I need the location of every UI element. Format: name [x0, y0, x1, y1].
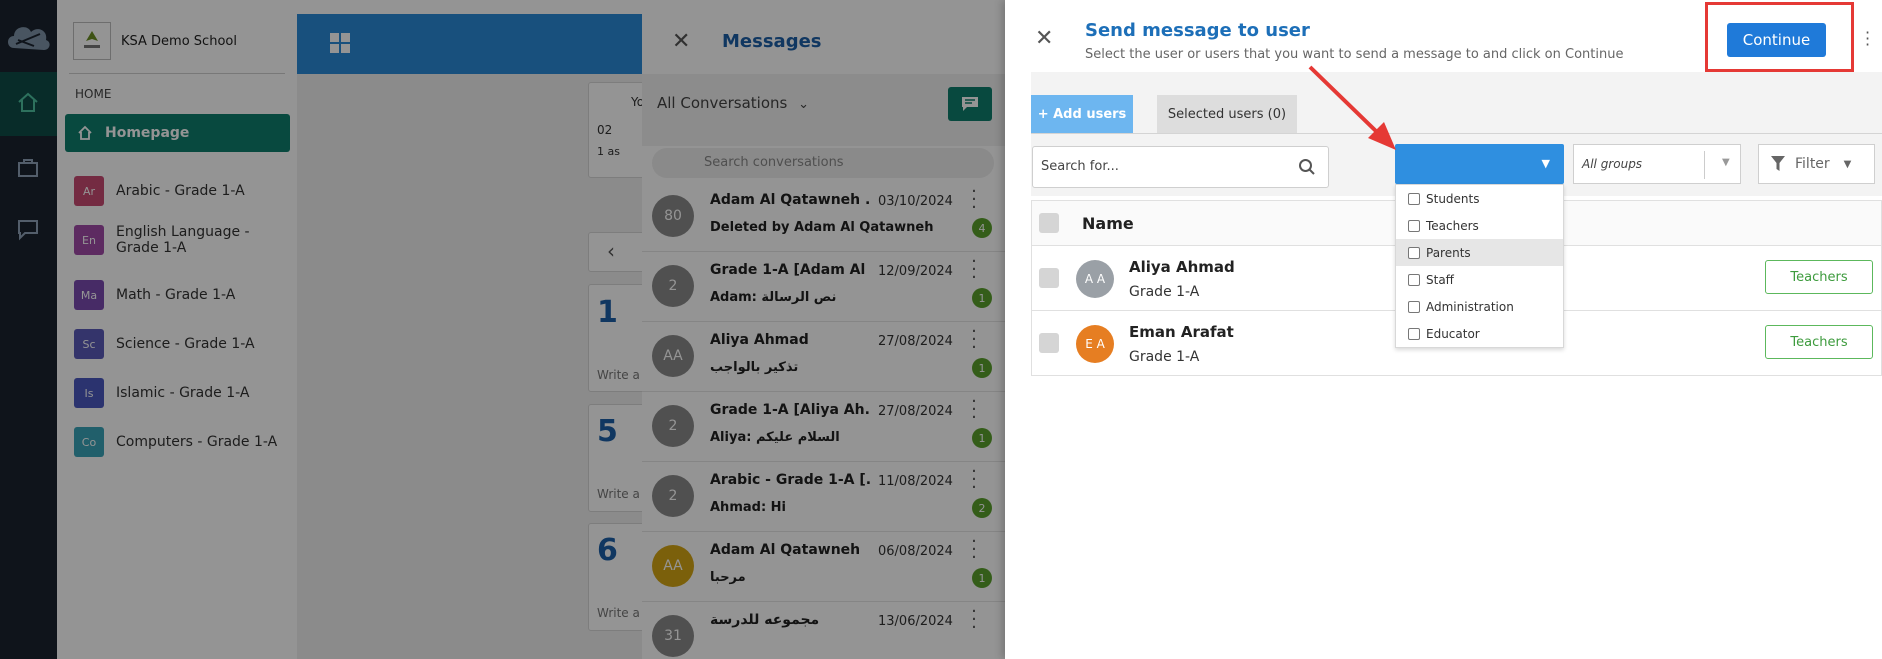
select-separator	[1704, 151, 1705, 179]
user-grade: Grade 1-A	[1129, 349, 1200, 365]
tab-add-users[interactable]: + Add users	[1031, 95, 1133, 133]
checkbox[interactable]	[1408, 246, 1420, 259]
checkbox[interactable]	[1408, 300, 1420, 313]
caret-down-icon: ▼	[1843, 158, 1852, 170]
user-grade: Grade 1-A	[1129, 284, 1200, 300]
user-name: Eman Arafat	[1129, 323, 1234, 341]
modal-backdrop[interactable]	[0, 0, 1005, 659]
user-type-option-teachers[interactable]: Teachers	[1396, 212, 1563, 239]
row-checkbox[interactable]	[1039, 333, 1059, 353]
continue-button[interactable]: Continue	[1727, 23, 1826, 57]
option-label: Parents	[1426, 245, 1471, 260]
option-label: Students	[1426, 191, 1480, 206]
user-role-badge: Teachers	[1765, 325, 1873, 359]
user-type-option-parents[interactable]: Parents	[1396, 239, 1563, 266]
user-type-dropdown[interactable]: ▼	[1395, 144, 1564, 184]
caret-down-icon: ▼	[1541, 157, 1550, 170]
user-type-option-educator[interactable]: Educator	[1396, 320, 1563, 347]
close-drawer-icon[interactable]: ✕	[1035, 26, 1053, 51]
checkbox[interactable]	[1408, 327, 1420, 340]
checkbox[interactable]	[1408, 192, 1420, 205]
select-all-checkbox[interactable]	[1039, 213, 1059, 233]
more-options-icon[interactable]: · · ·	[1865, 25, 1870, 53]
search-icon[interactable]	[1298, 158, 1316, 176]
tab-selected-users[interactable]: Selected users (0)	[1157, 95, 1297, 133]
caret-down-icon: ▼	[1722, 157, 1730, 168]
filter-icon	[1771, 156, 1785, 171]
option-label: Staff	[1426, 272, 1454, 287]
groups-placeholder: All groups	[1582, 157, 1643, 171]
row-checkbox[interactable]	[1039, 268, 1059, 288]
user-type-option-staff[interactable]: Staff	[1396, 266, 1563, 293]
filter-label: Filter	[1795, 156, 1830, 172]
option-label: Administration	[1426, 299, 1514, 314]
avatar: A A	[1076, 260, 1114, 298]
option-label: Teachers	[1426, 218, 1479, 233]
user-type-option-students[interactable]: Students	[1396, 185, 1563, 212]
drawer-title: Send message to user	[1085, 20, 1310, 41]
user-name: Aliya Ahmad	[1129, 258, 1235, 276]
checkbox[interactable]	[1408, 219, 1420, 232]
column-header-name: Name	[1082, 214, 1134, 233]
search-users-input[interactable]: Search for...	[1032, 146, 1329, 188]
checkbox[interactable]	[1408, 273, 1420, 286]
drawer-subtitle: Select the user or users that you want t…	[1085, 47, 1624, 62]
user-type-option-administration[interactable]: Administration	[1396, 293, 1563, 320]
send-message-drawer: ✕ Send message to user Select the user o…	[1005, 0, 1882, 659]
option-label: Educator	[1426, 326, 1480, 341]
avatar: E A	[1076, 325, 1114, 363]
user-type-menu: Students Teachers Parents Staff Administ…	[1395, 184, 1564, 348]
groups-select[interactable]: All groups ▼	[1573, 144, 1741, 184]
filter-button[interactable]: Filter ▼	[1758, 144, 1875, 184]
search-users-placeholder: Search for...	[1041, 159, 1119, 174]
user-role-badge: Teachers	[1765, 260, 1873, 294]
